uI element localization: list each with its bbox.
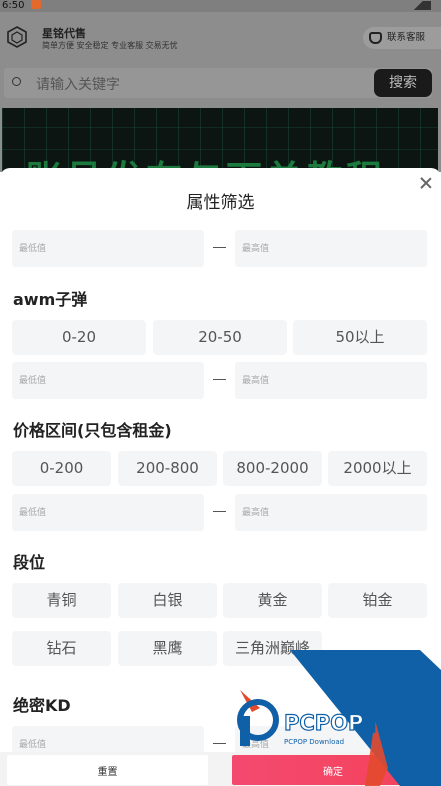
section-title-kd: 绝密KD (13, 696, 71, 715)
search-placeholder: 请输入关键字 (36, 77, 120, 93)
section-title-rank: 段位 (13, 553, 46, 572)
status-bar: 6:50 (0, 0, 441, 12)
option-price-2000-plus[interactable]: 2000以上 (328, 451, 427, 486)
banner[interactable]: 账号发布与下单教程 (2, 108, 438, 172)
app-title: 星铭代售 (42, 27, 86, 40)
range-separator (213, 247, 226, 248)
option-rank-bronze[interactable]: 青铜 (12, 583, 111, 618)
signal-icon (409, 1, 431, 10)
background-page: 星铭代售 简单方便 安全稳定 专业客服 交易无忧 联系客服 请输入关键字 搜索 … (0, 12, 441, 172)
section-title-awm: awm子弹 (13, 290, 88, 309)
option-awm-20-50[interactable]: 20-50 (153, 320, 287, 355)
search-icon (12, 77, 21, 86)
min-value-input-3[interactable] (12, 494, 204, 531)
option-awm-0-20[interactable]: 0-20 (12, 320, 146, 355)
range-separator (213, 743, 226, 744)
option-price-800-2000[interactable]: 800-2000 (223, 451, 322, 486)
range-row-2 (12, 362, 427, 399)
min-value-input-2[interactable] (12, 362, 204, 399)
confirm-button[interactable]: 确定 (232, 755, 434, 785)
max-value-input-3[interactable] (235, 494, 427, 531)
option-rank-black-hawk[interactable]: 黑鹰 (118, 631, 217, 666)
range-row-3 (12, 494, 427, 531)
filter-sheet: 属性筛选 awm子弹 0-20 20-50 50以上 价格区间(只包含租金) 0… (0, 168, 441, 786)
option-rank-delta-peak[interactable]: 三角洲巅峰 (223, 631, 322, 666)
option-rank-silver[interactable]: 白银 (118, 583, 217, 618)
range-separator (213, 379, 226, 380)
min-value-input-1[interactable] (12, 230, 204, 267)
section-title-price: 价格区间(只包含租金) (13, 421, 172, 440)
option-rank-diamond[interactable]: 钻石 (12, 631, 111, 666)
app-logo-icon (7, 26, 27, 48)
option-awm-50-plus[interactable]: 50以上 (293, 320, 427, 355)
close-icon[interactable] (419, 176, 433, 190)
app-slogan: 简单方便 安全稳定 专业客服 交易无忧 (42, 41, 178, 50)
status-time: 6:50 (2, 0, 25, 11)
search-bar[interactable]: 请输入关键字 搜索 (4, 68, 432, 98)
contact-service-button[interactable]: 联系客服 (363, 27, 441, 49)
option-rank-platinum[interactable]: 铂金 (328, 583, 427, 618)
action-footer: 重置 确定 (0, 752, 441, 786)
range-row-1 (12, 230, 427, 267)
max-value-input-1[interactable] (235, 230, 427, 267)
sheet-title: 属性筛选 (186, 193, 255, 213)
max-value-input-2[interactable] (235, 362, 427, 399)
headset-icon (369, 32, 382, 44)
option-rank-gold[interactable]: 黄金 (223, 583, 322, 618)
reset-button[interactable]: 重置 (7, 755, 208, 785)
app-header: 星铭代售 简单方便 安全稳定 专业客服 交易无忧 联系客服 (0, 12, 441, 62)
notification-icon (30, 0, 41, 9)
option-price-0-200[interactable]: 0-200 (12, 451, 111, 486)
range-separator (213, 511, 226, 512)
search-button[interactable]: 搜索 (374, 69, 432, 97)
contact-service-label: 联系客服 (387, 32, 426, 43)
option-price-200-800[interactable]: 200-800 (118, 451, 217, 486)
